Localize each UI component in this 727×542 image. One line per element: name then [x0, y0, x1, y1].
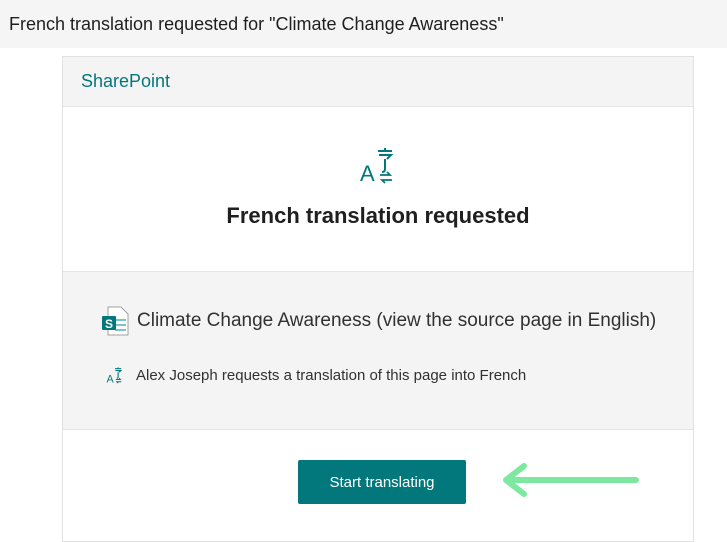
sharepoint-page-icon: S — [102, 306, 129, 336]
email-subject: French translation requested for "Climat… — [0, 0, 727, 48]
annotation-arrow — [503, 463, 639, 497]
request-details: S Climate Change Awareness (view the sou… — [63, 272, 693, 430]
translate-icon: A — [360, 148, 394, 185]
source-page-link[interactable]: Climate Change Awareness (view the sourc… — [137, 310, 656, 332]
hero-section: A French translation requested — [63, 107, 693, 272]
request-row: A Alex Joseph requests a translation of … — [106, 366, 527, 385]
request-text: Alex Joseph requests a translation of th… — [136, 366, 527, 384]
svg-text:A: A — [360, 161, 375, 185]
email-subject-text: French translation requested for "Climat… — [9, 13, 504, 34]
notification-heading: French translation requested — [226, 203, 530, 228]
svg-text:S: S — [105, 317, 113, 331]
sharepoint-brand: SharePoint — [81, 71, 171, 91]
start-translating-button[interactable]: Start translating — [298, 460, 466, 504]
translate-icon: A — [106, 367, 123, 384]
svg-text:A: A — [106, 374, 114, 384]
card-header: SharePoint — [63, 57, 693, 107]
page-row[interactable]: S Climate Change Awareness (view the sou… — [101, 306, 656, 336]
